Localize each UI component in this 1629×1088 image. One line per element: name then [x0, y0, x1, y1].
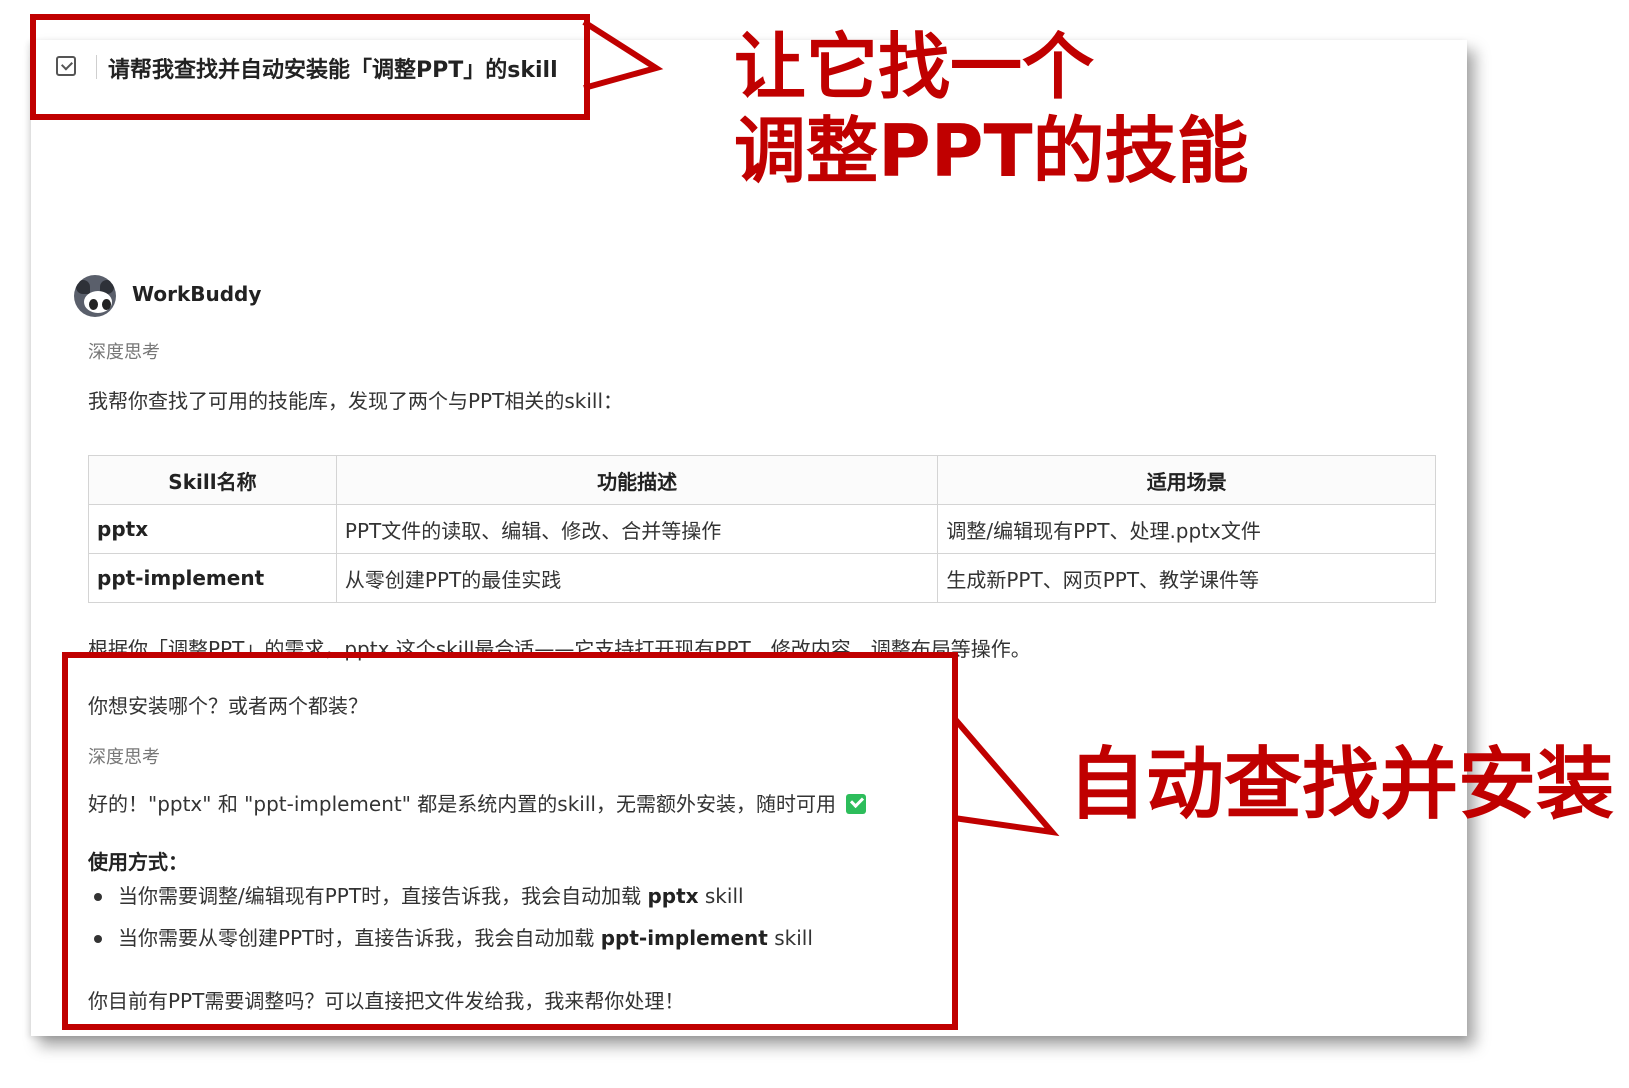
usage-item-text: 当你需要从零创建PPT时，直接告诉我，我会自动加载: [118, 926, 595, 950]
usage-item-text: 当你需要调整/编辑现有PPT时，直接告诉我，我会自动加载: [118, 884, 642, 908]
usage-item-skill: pptx: [647, 884, 699, 908]
callout-arrow-top: [582, 19, 664, 91]
skill-scenario-cell: 生成新PPT、网页PPT、教学课件等: [937, 553, 1436, 603]
callout-bottom: 自动查找并安装: [1068, 740, 1615, 830]
annotation-box-request: [30, 14, 590, 120]
usage-item-skill: ppt-implement: [600, 926, 768, 950]
bot-name: WorkBuddy: [132, 282, 262, 306]
bullet-icon: [94, 893, 102, 901]
skill-name-cell: ppt-implement: [88, 553, 337, 603]
check-icon: [845, 794, 866, 814]
table-header-row: Skill名称 功能描述 适用场景: [88, 455, 1436, 505]
usage-item-suffix: skill: [704, 884, 744, 908]
bullet-icon: [94, 935, 102, 943]
column-header: Skill名称: [88, 455, 337, 505]
skill-scenario-cell: 调整/编辑现有PPT、处理.pptx文件: [937, 504, 1436, 554]
answer-text-content: 好的！"pptx" 和 "ppt-implement" 都是系统内置的skill…: [88, 792, 836, 816]
column-header: 适用场景: [937, 455, 1436, 505]
avatar-eye: [89, 299, 98, 310]
usage-item-2: 当你需要从零创建PPT时，直接告诉我，我会自动加载 ppt-implement …: [118, 922, 813, 951]
closing-text: 你目前有PPT需要调整吗？可以直接把文件发给我，我来帮你处理！: [88, 989, 685, 1013]
callout-top-line2: 调整PPT的技能: [734, 109, 1249, 193]
callout-arrow-bottom: [952, 716, 1060, 837]
callout-top-line1: 让它找一个: [734, 25, 1095, 109]
column-header: 功能描述: [335, 455, 939, 505]
avatar-eye: [102, 299, 111, 310]
table-row: pptx PPT文件的读取、编辑、修改、合并等操作 调整/编辑现有PPT、处理.…: [88, 504, 1436, 554]
deep-thinking-toggle[interactable]: 深度思考: [88, 338, 160, 364]
usage-item-suffix: skill: [774, 926, 813, 950]
avatar-ear: [76, 280, 90, 294]
deep-thinking-toggle[interactable]: 深度思考: [88, 743, 160, 769]
intro-text: 我帮你查找了可用的技能库，发现了两个与PPT相关的skill：: [88, 389, 624, 413]
usage-item-1: 当你需要调整/编辑现有PPT时，直接告诉我，我会自动加载 pptx skill: [118, 880, 744, 909]
skill-name-cell: pptx: [88, 504, 337, 554]
skill-description-cell: PPT文件的读取、编辑、修改、合并等操作: [335, 504, 939, 554]
usage-title: 使用方式：: [88, 850, 188, 874]
table-row: ppt-implement 从零创建PPT的最佳实践 生成新PPT、网页PPT、…: [88, 553, 1436, 603]
workbuddy-avatar: [74, 275, 116, 317]
answer-text: 好的！"pptx" 和 "ppt-implement" 都是系统内置的skill…: [88, 788, 866, 817]
skill-description-cell: 从零创建PPT的最佳实践: [335, 553, 939, 603]
skills-table: Skill名称 功能描述 适用场景 pptx PPT文件的读取、编辑、修改、合并…: [88, 455, 1436, 603]
question-text: 你想安装哪个？或者两个都装？: [88, 694, 368, 718]
